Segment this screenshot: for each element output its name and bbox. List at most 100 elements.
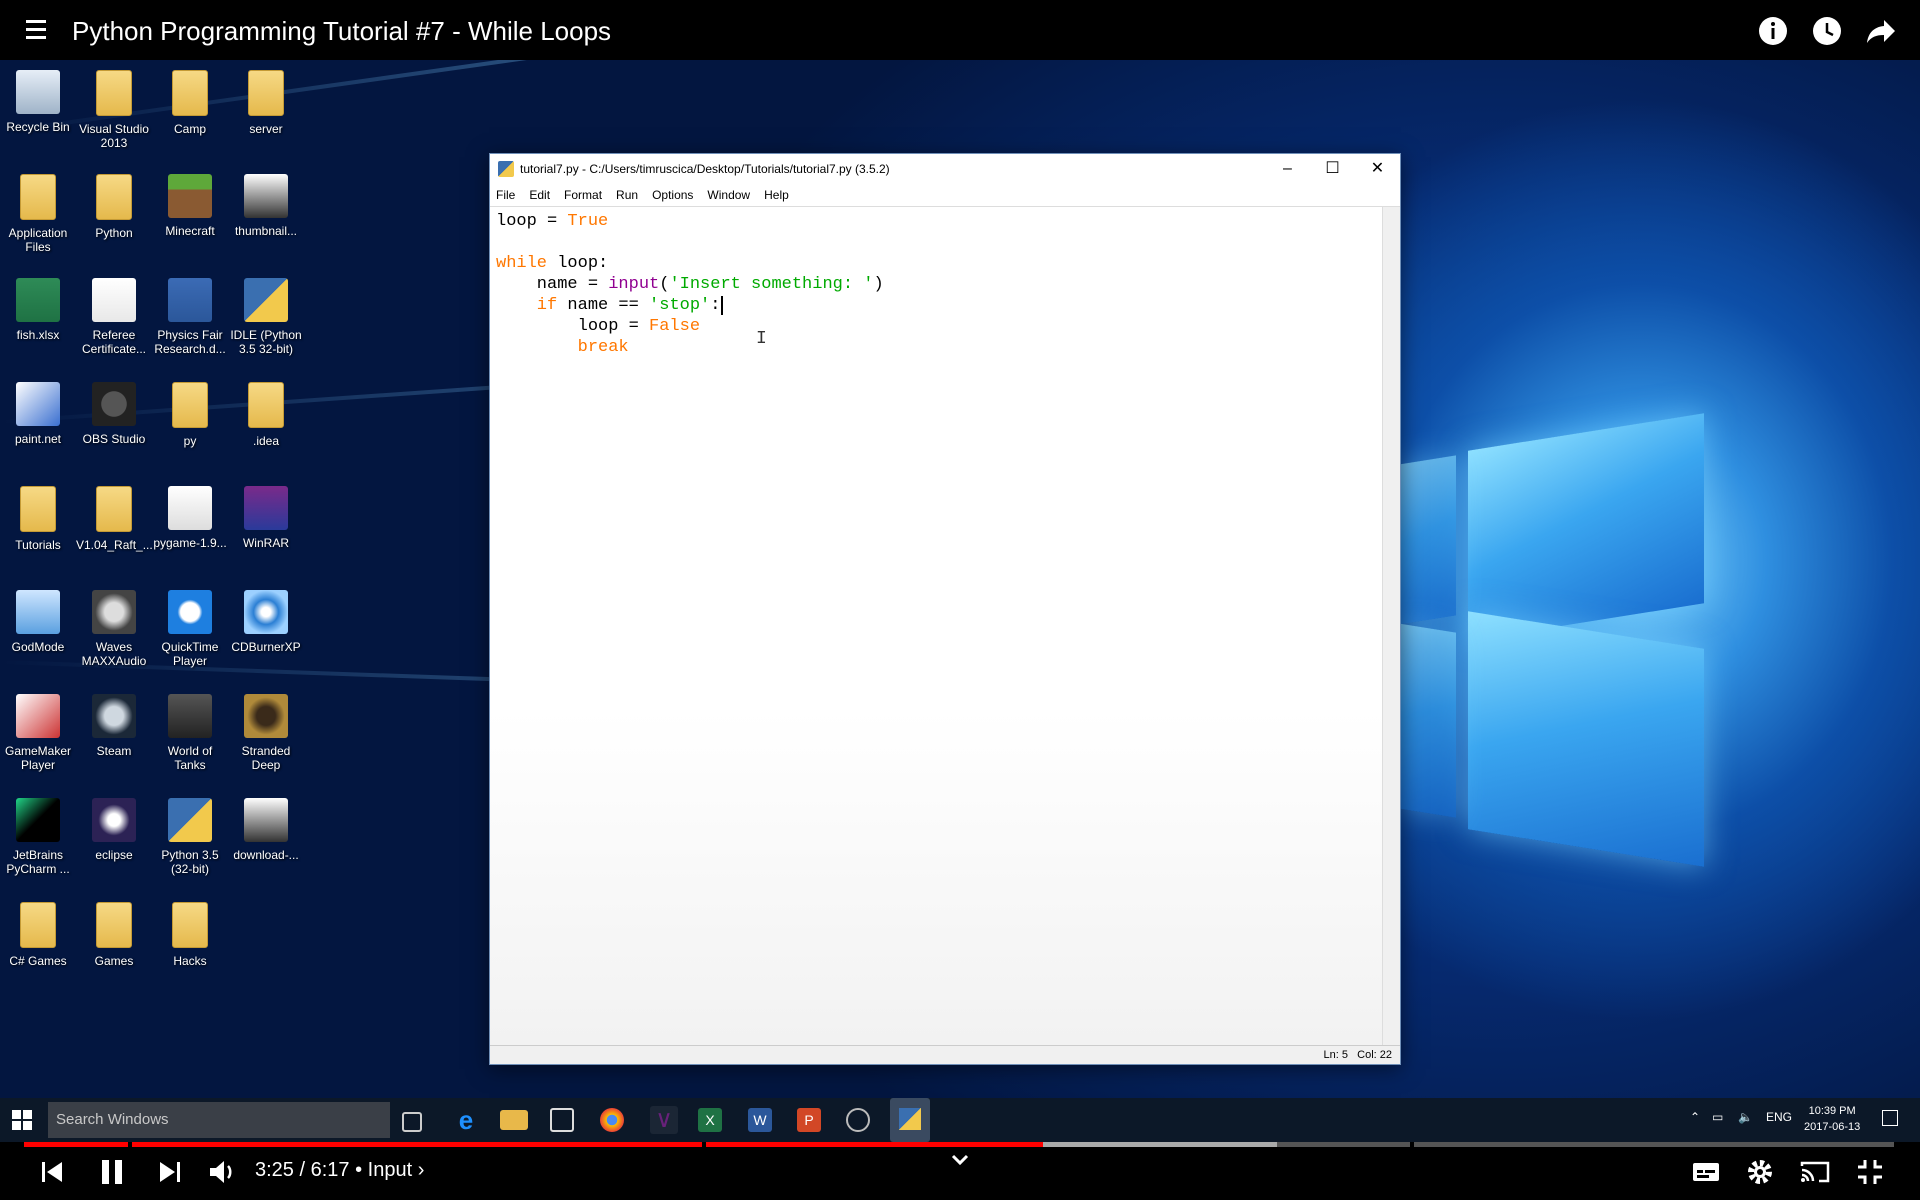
menu-help[interactable]: Help [764,188,789,202]
desktop-icon[interactable]: Visual Studio 2013 [76,70,152,150]
window-titlebar[interactable]: tutorial7.py - C:/Users/timruscica/Deskt… [490,154,1400,184]
info-icon[interactable] [1758,16,1788,46]
desktop-icon[interactable]: fish.xlsx [0,278,76,342]
chapter-title[interactable]: Input [368,1159,412,1181]
desktop-icon[interactable]: Stranded Deep [228,694,304,772]
desktop-icon-label: paint.net [14,432,62,446]
watch-later-icon[interactable] [1812,16,1842,46]
progress-bar[interactable] [24,1142,1894,1147]
tray-expand-icon[interactable]: ⌃ [1690,1110,1700,1124]
desktop-icon[interactable]: Tutorials [0,486,76,552]
obs-icon[interactable] [846,1108,870,1132]
cast-icon[interactable] [1800,1158,1830,1186]
idle-taskbar-button[interactable] [890,1098,930,1142]
desktop-icon[interactable]: Application Files [0,174,76,254]
powerpoint-icon[interactable]: P [797,1108,821,1132]
desktop-icon[interactable]: Waves MAXXAudio [76,590,152,668]
menu-options[interactable]: Options [652,188,693,202]
code-line-3: while loop: [496,254,609,273]
steam-icon [92,694,136,738]
excel-icon[interactable]: X [698,1108,722,1132]
code-line-4: name = input('Insert something: ') [496,275,884,294]
time-display: 3:25 / 6:17 • Input › [255,1159,425,1181]
edge-icon[interactable]: e [452,1106,480,1134]
folder-icon [248,382,284,428]
desktop-icon[interactable]: server [228,70,304,136]
volume-icon[interactable] [208,1158,236,1186]
network-icon[interactable]: ▭ [1712,1110,1723,1124]
file-explorer-icon[interactable] [500,1110,528,1130]
clock-date: 2017-06-13 [1804,1121,1861,1133]
menu-window[interactable]: Window [707,188,750,202]
desktop-icon[interactable]: .idea [228,382,304,448]
video-top-bar: Python Programming Tutorial #7 - While L… [0,0,1920,60]
menu-run[interactable]: Run [616,188,638,202]
desktop-icon[interactable]: C# Games [0,902,76,968]
task-view-icon[interactable] [402,1112,422,1132]
next-icon[interactable] [158,1158,180,1186]
chrome-icon[interactable] [600,1108,624,1132]
desktop-icon[interactable]: GameMaker Player [0,694,76,772]
chevron-down-icon[interactable] [950,1152,970,1168]
desktop-icon[interactable]: Hacks [152,902,228,968]
playlist-menu-icon[interactable] [26,20,52,42]
desktop-icon[interactable]: OBS Studio [76,382,152,446]
menu-bar: File Edit Format Run Options Window Help [490,184,1400,207]
desktop-icon[interactable]: Referee Certificate... [76,278,152,356]
code-editor[interactable]: loop = True​while loop: name = input('In… [490,207,1382,1046]
desktop-icon[interactable]: World of Tanks [152,694,228,772]
desktop-icon-label: Physics Fair Research.d... [154,328,226,356]
desktop-icon[interactable]: GodMode [0,590,76,654]
desktop-icon[interactable]: JetBrains PyCharm ... [0,798,76,876]
desktop-icon[interactable]: Python 3.5 (32-bit) [152,798,228,876]
exit-fullscreen-icon[interactable] [1856,1158,1884,1186]
desktop-icon[interactable]: CDBurnerXP [228,590,304,654]
quicktime-icon [168,590,212,634]
wot-icon [168,694,212,738]
vertical-scrollbar[interactable] [1382,207,1400,1046]
desktop-icon[interactable]: WinRAR [228,486,304,550]
desktop-icon[interactable]: thumbnail... [228,174,304,238]
volume-icon[interactable]: 🔈 [1738,1110,1753,1124]
desktop-icon[interactable]: Camp [152,70,228,136]
visual-studio-icon[interactable]: ∨ [650,1106,678,1134]
desktop-icon[interactable]: paint.net [0,382,76,446]
desktop-icon[interactable]: py [152,382,228,448]
desktop-icon[interactable]: Steam [76,694,152,758]
share-icon[interactable] [1866,16,1896,46]
menu-edit[interactable]: Edit [529,188,550,202]
menu-format[interactable]: Format [564,188,602,202]
waves-icon [92,590,136,634]
previous-icon[interactable] [42,1158,64,1186]
desktop-icon[interactable]: Python [76,174,152,240]
desktop-icon[interactable]: Physics Fair Research.d... [152,278,228,356]
desktop-icon[interactable]: Games [76,902,152,968]
desktop-icon[interactable]: IDLE (Python 3.5 32-bit) [228,278,304,356]
desktop-icon[interactable]: eclipse [76,798,152,862]
minimize-button[interactable]: – [1265,154,1310,184]
close-button[interactable]: ✕ [1355,154,1400,184]
idle-editor-window[interactable]: tutorial7.py - C:/Users/timruscica/Deskt… [489,153,1401,1065]
store-icon[interactable] [550,1108,574,1132]
pause-icon[interactable] [100,1158,124,1186]
clock[interactable]: 10:39 PM 2017-06-13 [1804,1103,1860,1135]
windows-start-icon[interactable] [12,1110,32,1130]
desktop-icon[interactable]: Recycle Bin [0,70,76,134]
desktop-icon[interactable]: QuickTime Player [152,590,228,668]
desktop-icon[interactable]: Minecraft [152,174,228,238]
video-controls: 3:25 / 6:17 • Input › [0,1142,1920,1200]
word-icon[interactable]: W [748,1108,772,1132]
language-indicator[interactable]: ENG [1766,1110,1792,1124]
video-title[interactable]: Python Programming Tutorial #7 - While L… [72,16,611,47]
action-center-icon[interactable] [1882,1110,1898,1126]
desktop-icon[interactable]: V1.04_Raft_... [76,486,153,552]
settings-gear-icon[interactable] [1746,1158,1774,1186]
maximize-button[interactable]: ☐ [1310,154,1355,184]
menu-file[interactable]: File [496,188,515,202]
desktop-icon[interactable]: download-... [228,798,304,862]
document-icon [92,278,136,322]
subtitles-icon[interactable] [1692,1158,1720,1186]
taskbar-search-input[interactable]: Search Windows [48,1102,390,1138]
folder-icon [96,486,132,532]
desktop-icon[interactable]: pygame-1.9... [152,486,228,550]
